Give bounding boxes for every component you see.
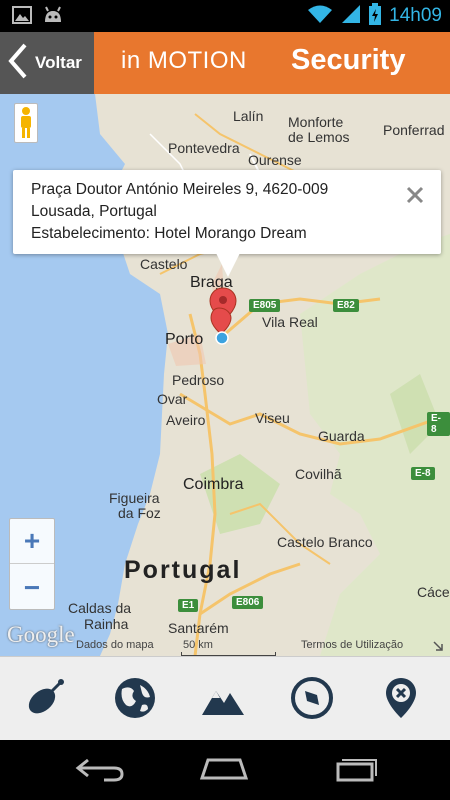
map-label: Cáce <box>417 584 450 600</box>
pegman-icon <box>21 107 31 138</box>
map-label: Ponferrad <box>383 122 445 138</box>
recents-nav-button[interactable] <box>328 754 380 788</box>
map-label: Coimbra <box>183 476 244 493</box>
map-label: Pedroso <box>172 372 225 388</box>
map-label: Lalín <box>233 108 264 124</box>
map-label: Porto <box>165 331 204 348</box>
home-nav-button[interactable] <box>198 754 250 788</box>
info-establishment-line: Estabelecimento: Hotel Morango Dream <box>31 225 307 242</box>
map-label: Viseu <box>255 410 290 426</box>
wifi-icon <box>307 4 333 28</box>
map-label: Caldas da <box>68 600 132 616</box>
map-label: Rainha <box>84 616 129 632</box>
terms-link[interactable]: Termos de Utilização <box>301 639 403 651</box>
location-marker-icon[interactable] <box>208 286 238 356</box>
map-label: Ourense <box>248 152 302 168</box>
mountains-icon <box>202 691 244 715</box>
map-label: de Lemos <box>288 129 350 145</box>
compass-icon <box>291 677 333 719</box>
info-window: Praça Doutor António Meireles 9, 4620-00… <box>13 170 441 254</box>
info-address-line: Praça Doutor António Meireles 9, 4620-00… <box>31 181 329 198</box>
home-icon <box>199 758 249 780</box>
map-label: Guarda <box>318 428 365 444</box>
satellite-dish-icon <box>28 679 64 714</box>
road-shield: E805 <box>249 299 281 312</box>
back-nav-button[interactable] <box>74 754 126 788</box>
map-label: Monforte <box>288 114 344 130</box>
map-label: Aveiro <box>166 412 206 428</box>
terrain-button[interactable] <box>198 673 248 723</box>
map-view[interactable]: Lalín Monforte de Lemos Ponferrad Pontev… <box>0 94 450 656</box>
info-locality-line: Lousada, Portugal <box>31 203 157 220</box>
map-label: Figueira <box>109 490 160 506</box>
map-label: da Foz <box>118 505 161 521</box>
road-shield: E1 <box>178 599 199 612</box>
map-scale-label: 50 km <box>183 639 213 651</box>
map-label-country: Portugal <box>124 556 242 584</box>
app-header: Voltar in MOTION Security <box>0 32 450 94</box>
map-label: Vila Real <box>262 314 318 330</box>
zoom-out-button[interactable]: − <box>10 565 54 610</box>
section-title: Security <box>291 44 406 76</box>
globe-button[interactable] <box>110 673 160 723</box>
map-label: Santarém <box>168 620 229 636</box>
road-shield: E-8 <box>427 412 450 436</box>
signal-icon <box>341 4 361 28</box>
road-shield: E82 <box>333 299 359 312</box>
chevron-left-icon <box>0 42 28 84</box>
gallery-icon <box>12 6 32 28</box>
bottom-toolbar <box>0 656 450 740</box>
back-arrow-icon <box>75 758 124 782</box>
map-label: Castelo Branco <box>277 534 373 550</box>
remove-location-button[interactable] <box>376 673 426 723</box>
satellite-dish-button[interactable] <box>20 673 70 723</box>
back-button[interactable]: Voltar <box>0 32 94 94</box>
close-icon[interactable] <box>406 186 424 208</box>
report-arrow-icon[interactable] <box>432 637 444 656</box>
battery-icon <box>369 3 382 29</box>
map-attribution[interactable]: Dados do mapa <box>76 639 154 651</box>
map-label: Ovar <box>157 391 188 407</box>
recent-apps-icon <box>336 759 377 782</box>
map-label: Castelo <box>140 256 188 272</box>
status-time: 14h09 <box>389 5 442 26</box>
map-pin-remove-icon <box>386 678 416 718</box>
android-icon <box>42 6 64 28</box>
road-shield: E806 <box>232 596 264 609</box>
map-label: Covilhã <box>295 466 342 482</box>
globe-icon <box>115 678 155 718</box>
back-label: Voltar <box>35 53 82 72</box>
street-view-pegman[interactable] <box>14 103 38 143</box>
compass-button[interactable] <box>287 673 337 723</box>
app-title: in MOTION <box>121 47 247 74</box>
road-shield: E-8 <box>411 467 435 480</box>
google-logo: Google <box>7 622 75 647</box>
zoom-in-button[interactable]: + <box>10 519 54 564</box>
status-bar: 14h09 <box>0 0 450 32</box>
zoom-controls: + − <box>9 518 55 610</box>
system-navbar <box>0 740 450 800</box>
info-window-tail <box>216 253 240 277</box>
map-label: Pontevedra <box>168 140 240 156</box>
